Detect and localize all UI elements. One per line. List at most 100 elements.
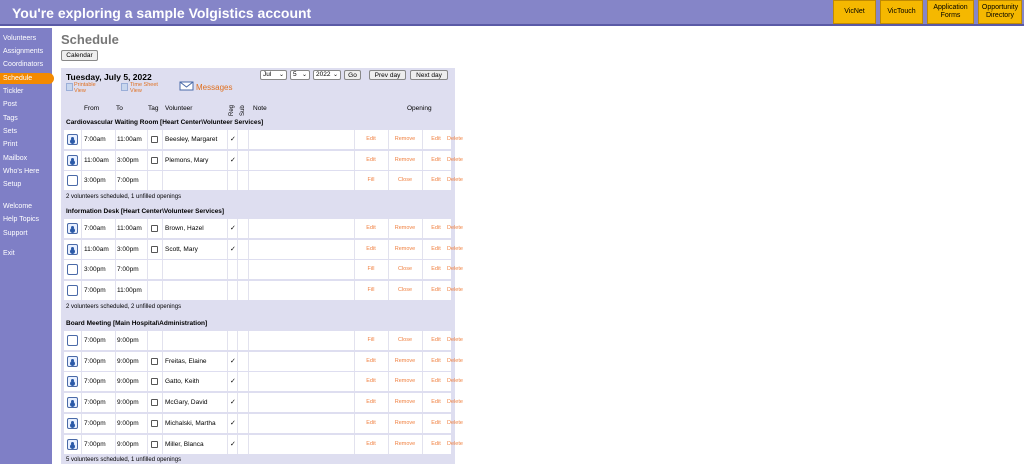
sidebar-item-tickler[interactable]: Tickler [0, 86, 52, 97]
volunteer-profile-icon[interactable] [67, 154, 78, 166]
sidebar-item-support[interactable]: Support [0, 228, 52, 239]
sidebar-item-schedule[interactable]: Schedule [0, 73, 54, 84]
volunteer-name[interactable]: Brown, Hazel [165, 219, 204, 238]
empty-slot-icon[interactable] [67, 285, 78, 297]
tag-checkbox[interactable] [151, 225, 158, 232]
time-sheet-view-icon[interactable] [121, 83, 128, 91]
volunteer-profile-icon[interactable] [67, 397, 78, 409]
row-action-1[interactable]: Edit [354, 130, 388, 149]
row-action-1[interactable]: Edit [354, 372, 388, 391]
sidebar-item-setup[interactable]: Setup [0, 179, 52, 190]
row-action-2[interactable]: Close [388, 171, 422, 190]
opening-delete-link[interactable]: Delete [438, 171, 472, 190]
opening-delete-link[interactable]: Delete [438, 331, 472, 350]
sidebar-item-coordinators[interactable]: Coordinators [0, 59, 52, 70]
row-action-1[interactable]: Edit [354, 240, 388, 259]
row-action-1[interactable]: Edit [354, 151, 388, 170]
printable-view-icon[interactable] [66, 83, 73, 91]
empty-slot-icon[interactable] [67, 335, 78, 346]
volunteer-name[interactable]: Gatto, Keith [165, 372, 199, 391]
messages-link[interactable]: Messages [196, 83, 232, 92]
row-action-2[interactable]: Remove [388, 240, 422, 259]
victouch-button[interactable]: VicTouch [880, 0, 923, 24]
volunteer-name[interactable]: Freitas, Elaine [165, 352, 207, 371]
row-action-2[interactable]: Close [388, 281, 422, 300]
row-action-1[interactable]: Edit [354, 352, 388, 371]
row-action-1[interactable]: Fill [354, 171, 388, 190]
opening-delete-link[interactable]: Delete [438, 219, 472, 238]
messages-icon[interactable] [179, 81, 194, 91]
row-action-2[interactable]: Remove [388, 130, 422, 149]
application-forms-button[interactable]: Application Forms [927, 0, 974, 24]
opening-delete-link[interactable]: Delete [438, 260, 472, 279]
row-action-2[interactable]: Close [388, 260, 422, 279]
volunteer-profile-icon[interactable] [67, 355, 78, 367]
opportunity-directory-button[interactable]: Opportunity Directory [978, 0, 1022, 24]
tag-checkbox[interactable] [151, 399, 158, 407]
row-action-1[interactable]: Edit [354, 219, 388, 238]
row-action-1[interactable]: Fill [354, 260, 388, 279]
sidebar-item-help-topics[interactable]: Help Topics [0, 214, 52, 225]
tag-checkbox[interactable] [151, 245, 158, 253]
go-button[interactable]: Go [344, 70, 361, 80]
row-action-2[interactable]: Close [388, 331, 422, 350]
volunteer-name[interactable]: Beesley, Margaret [165, 130, 217, 149]
time-sheet-view-link[interactable]: Time Sheet View [130, 82, 160, 94]
row-action-2[interactable]: Remove [388, 372, 422, 391]
opening-delete-link[interactable]: Delete [438, 372, 472, 391]
sidebar-item-print[interactable]: Print [0, 139, 52, 150]
opening-delete-link[interactable]: Delete [438, 240, 472, 259]
year-select[interactable]: 2022 ⌄ [313, 70, 341, 80]
volunteer-profile-icon[interactable] [67, 376, 78, 388]
sidebar-item-exit[interactable]: Exit [0, 248, 52, 259]
volunteer-name[interactable]: Michalski, Martha [165, 414, 216, 433]
day-select[interactable]: 5 ⌄ [290, 70, 310, 80]
vicnet-button[interactable]: VicNet [833, 0, 876, 24]
volunteer-name[interactable]: Plemons, Mary [165, 151, 208, 170]
volunteer-profile-icon[interactable] [67, 223, 78, 234]
volunteer-profile-icon[interactable] [67, 417, 78, 429]
tag-checkbox[interactable] [151, 136, 158, 143]
opening-delete-link[interactable]: Delete [438, 435, 472, 454]
printable-view-link[interactable]: Printable View [74, 82, 104, 94]
row-action-1[interactable]: Edit [354, 414, 388, 433]
next-day-button[interactable]: Next day [410, 70, 448, 80]
empty-slot-icon[interactable] [67, 175, 78, 187]
month-select[interactable]: Jul ⌄ [260, 70, 287, 80]
tag-checkbox[interactable] [151, 440, 158, 448]
sidebar-item-welcome[interactable]: Welcome [0, 201, 52, 212]
row-action-1[interactable]: Edit [354, 435, 388, 454]
volunteer-profile-icon[interactable] [67, 243, 78, 255]
row-action-1[interactable]: Edit [354, 393, 388, 412]
sidebar-item-mailbox[interactable]: Mailbox [0, 153, 52, 164]
calendar-button[interactable]: Calendar [61, 50, 98, 61]
tag-checkbox[interactable] [151, 378, 158, 386]
row-action-1[interactable]: Fill [354, 281, 388, 300]
row-action-2[interactable]: Remove [388, 151, 422, 170]
row-action-2[interactable]: Remove [388, 414, 422, 433]
tag-checkbox[interactable] [151, 357, 158, 365]
row-action-1[interactable]: Fill [354, 331, 388, 350]
sidebar-item-post[interactable]: Post [0, 99, 52, 110]
opening-delete-link[interactable]: Delete [438, 151, 472, 170]
opening-delete-link[interactable]: Delete [438, 130, 472, 149]
volunteer-name[interactable]: Scott, Mary [165, 240, 198, 259]
opening-delete-link[interactable]: Delete [438, 393, 472, 412]
row-action-2[interactable]: Remove [388, 219, 422, 238]
sidebar-item-tags[interactable]: Tags [0, 113, 52, 124]
sidebar-item-whos-here[interactable]: Who's Here [0, 166, 52, 177]
opening-delete-link[interactable]: Delete [438, 414, 472, 433]
volunteer-name[interactable]: Miller, Blanca [165, 435, 204, 454]
opening-delete-link[interactable]: Delete [438, 352, 472, 371]
opening-delete-link[interactable]: Delete [438, 281, 472, 300]
row-action-2[interactable]: Remove [388, 393, 422, 412]
sidebar-item-volunteers[interactable]: Volunteers [0, 33, 52, 44]
prev-day-button[interactable]: Prev day [369, 70, 406, 80]
volunteer-name[interactable]: McGary, David [165, 393, 208, 412]
tag-checkbox[interactable] [151, 156, 158, 164]
row-action-2[interactable]: Remove [388, 435, 422, 454]
volunteer-profile-icon[interactable] [67, 134, 78, 145]
sidebar-item-assignments[interactable]: Assignments [0, 46, 52, 57]
empty-slot-icon[interactable] [67, 264, 78, 276]
volunteer-profile-icon[interactable] [67, 438, 78, 450]
